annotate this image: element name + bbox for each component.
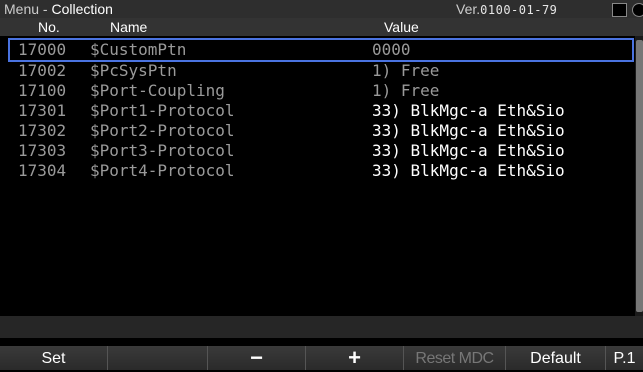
table-row[interactable]: 17302 $Port2-Protocol 33) BlkMgc-a Eth&S… bbox=[10, 121, 634, 141]
status-square-icon bbox=[612, 3, 627, 17]
table-row[interactable]: 17002 $PcSysPtn 1) Free bbox=[10, 61, 634, 81]
column-name: Name bbox=[110, 19, 148, 35]
increment-button[interactable]: + bbox=[306, 346, 404, 370]
table-row[interactable]: 17100 $Port-Coupling 1) Free bbox=[10, 81, 634, 101]
page-button[interactable]: P.1 bbox=[606, 346, 643, 370]
row-name: $Port1-Protocol bbox=[90, 101, 235, 120]
softkey-bar: Set − + Reset MDC Default P.1 bbox=[0, 346, 643, 370]
row-name: $Port2-Protocol bbox=[90, 121, 235, 140]
default-button[interactable]: Default bbox=[506, 346, 606, 370]
set-button[interactable]: Set bbox=[0, 346, 108, 370]
row-name: $CustomPtn bbox=[90, 40, 187, 59]
row-value: 33) BlkMgc-a Eth&Sio bbox=[372, 161, 565, 180]
screen-title: Collection bbox=[51, 1, 113, 17]
row-name: $Port-Coupling bbox=[90, 81, 225, 100]
row-number: 17000 bbox=[18, 40, 67, 59]
title-bar: Menu - Collection Ver.0100-01-79 bbox=[0, 0, 643, 18]
table-row[interactable]: 17301 $Port1-Protocol 33) BlkMgc-a Eth&S… bbox=[10, 101, 634, 121]
screen: Menu - Collection Ver.0100-01-79 No. Nam… bbox=[0, 0, 643, 370]
row-value: 33) BlkMgc-a Eth&Sio bbox=[372, 141, 565, 160]
menu-label: Menu - bbox=[4, 1, 48, 17]
row-number: 17301 bbox=[18, 101, 67, 120]
column-value: Value bbox=[384, 19, 419, 35]
row-number: 17100 bbox=[18, 81, 67, 100]
column-header: No. Name Value bbox=[0, 18, 643, 36]
row-value: 33) BlkMgc-a Eth&Sio bbox=[372, 121, 565, 140]
version-number: 0100-01-79 bbox=[480, 3, 558, 17]
status-circle-icon bbox=[632, 3, 643, 17]
column-no: No. bbox=[38, 19, 60, 35]
row-value: 0000 bbox=[372, 40, 411, 59]
parameter-list: 17000 $CustomPtn 0000 17002 $PcSysPtn 1)… bbox=[0, 36, 643, 316]
scrollbar-thumb[interactable] bbox=[636, 40, 643, 312]
version-label: Ver. bbox=[456, 1, 481, 17]
row-name: $Port3-Protocol bbox=[90, 141, 235, 160]
row-value: 1) Free bbox=[372, 61, 440, 80]
blank-softkey[interactable] bbox=[108, 346, 208, 370]
row-value: 33) BlkMgc-a Eth&Sio bbox=[372, 101, 565, 120]
version-readout: Ver.0100-01-79 bbox=[456, 1, 557, 17]
message-bar bbox=[0, 316, 643, 338]
table-row[interactable]: 17303 $Port3-Protocol 33) BlkMgc-a Eth&S… bbox=[10, 141, 634, 161]
divider bbox=[0, 338, 643, 346]
row-name: $PcSysPtn bbox=[90, 61, 177, 80]
row-number: 17302 bbox=[18, 121, 67, 140]
row-number: 17303 bbox=[18, 141, 67, 160]
row-number: 17002 bbox=[18, 61, 67, 80]
menu-title: Menu - Collection bbox=[4, 1, 113, 17]
table-row[interactable]: 17304 $Port4-Protocol 33) BlkMgc-a Eth&S… bbox=[10, 161, 634, 181]
reset-mdc-button[interactable]: Reset MDC bbox=[404, 346, 506, 370]
row-value: 1) Free bbox=[372, 81, 440, 100]
row-number: 17304 bbox=[18, 161, 67, 180]
table-row[interactable]: 17000 $CustomPtn 0000 bbox=[8, 38, 634, 62]
row-name: $Port4-Protocol bbox=[90, 161, 235, 180]
decrement-button[interactable]: − bbox=[208, 346, 306, 370]
